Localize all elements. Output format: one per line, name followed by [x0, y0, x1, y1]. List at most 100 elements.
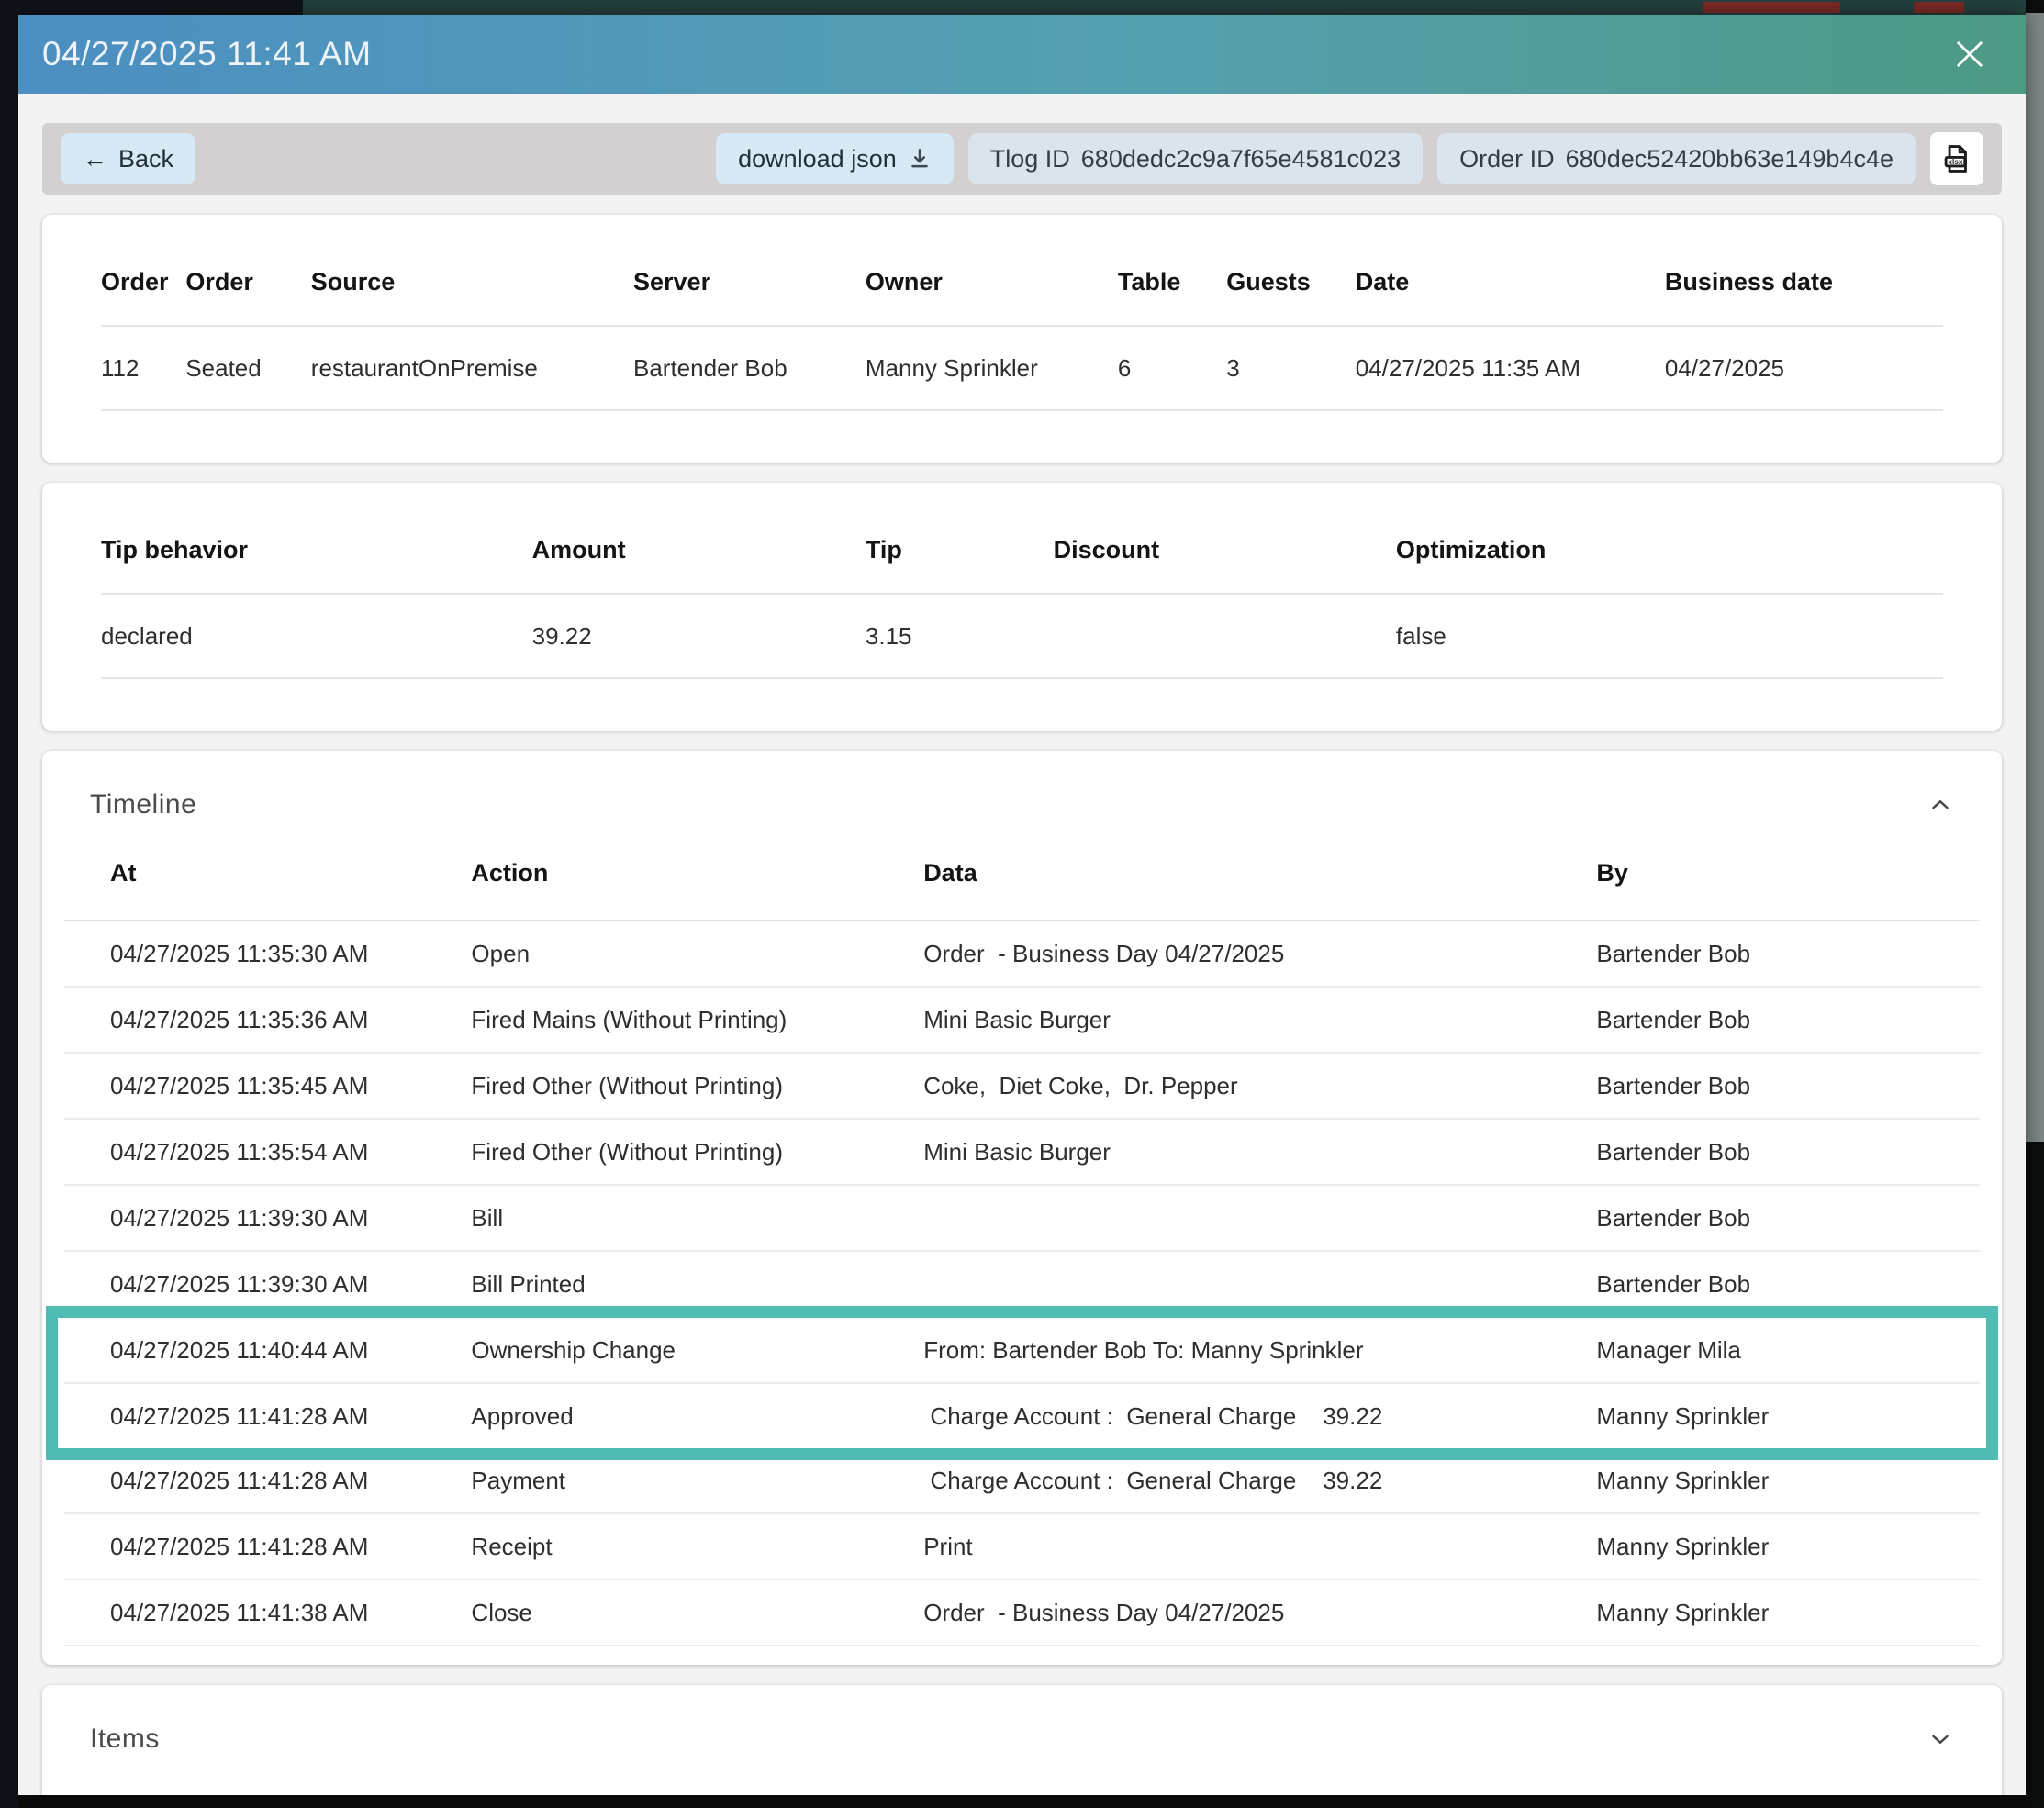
cell: Bartender Bob	[1596, 1270, 1934, 1299]
cell: false	[1396, 622, 1943, 651]
timeline-highlight-box: 04/27/2025 11:40:44 AMOwnership ChangeFr…	[46, 1306, 1998, 1460]
cell: Receipt	[471, 1533, 923, 1561]
back-button[interactable]: ←Back	[61, 133, 195, 184]
tlog-id-chip[interactable]: Tlog ID 680dedc2c9a7f65e4581c023	[968, 133, 1423, 184]
modal-header: 04/27/2025 11:41 AM	[18, 15, 2026, 94]
cell: Seated	[185, 354, 310, 383]
collapse-timeline-button[interactable]	[1927, 791, 1954, 819]
timeline-rows: 04/27/2025 11:35:30 AMOpenOrder - Busine…	[64, 921, 1980, 1646]
cell: Approved	[471, 1402, 923, 1431]
background-badge	[1703, 2, 1840, 13]
cell: 04/27/2025 11:35:30 AM	[110, 940, 471, 968]
screen: 04/27/2025 11:41 AM ←Back download json	[0, 0, 2044, 1808]
cell: Bill Printed	[471, 1270, 923, 1299]
column-header: Discount	[1054, 536, 1396, 564]
order-id-value: 680dec52420bb63e149b4c4e	[1566, 145, 1893, 173]
cell: Bartender Bob	[1596, 1138, 1934, 1166]
download-json-button[interactable]: download json	[716, 133, 954, 184]
cell: Fired Mains (Without Printing)	[471, 1006, 923, 1034]
timeline-row: 04/27/2025 11:40:44 AMOwnership ChangeFr…	[64, 1318, 1980, 1384]
cell: Bartender Bob	[1596, 940, 1934, 968]
order-id-label: Order ID	[1459, 145, 1555, 173]
cell: Manny Sprinkler	[1596, 1533, 1934, 1561]
column-header: By	[1596, 859, 1934, 887]
column-header: Tip behavior	[101, 536, 532, 564]
cell: 04/27/2025 11:39:30 AM	[110, 1204, 471, 1233]
scrollbar-thumb[interactable]	[2026, 13, 2044, 1142]
cell: declared	[101, 622, 532, 651]
tlog-id-label: Tlog ID	[990, 145, 1070, 173]
cell: 04/27/2025 11:41:28 AM	[110, 1402, 471, 1431]
timeline-row: 04/27/2025 11:35:45 AMFired Other (Witho…	[64, 1054, 1980, 1120]
modal-title: 04/27/2025 11:41 AM	[42, 35, 372, 73]
items-section-header[interactable]: Items	[64, 1685, 1980, 1793]
cell: 112	[101, 354, 185, 383]
cell: Fired Other (Without Printing)	[471, 1138, 923, 1166]
timeline-section-header[interactable]: Timeline	[64, 751, 1980, 859]
column-header: Order	[101, 268, 185, 296]
cell: 04/27/2025 11:41:38 AM	[110, 1599, 471, 1627]
timeline-row: 04/27/2025 11:35:54 AMFired Other (Witho…	[64, 1120, 1980, 1186]
close-icon	[1950, 35, 1989, 73]
cell: Fired Other (Without Printing)	[471, 1072, 923, 1100]
order-summary-header-row: OrderOrderSourceServerOwnerTableGuestsDa…	[101, 268, 1943, 327]
column-header: Server	[633, 268, 866, 296]
column-header: Date	[1356, 268, 1665, 296]
cell: Order - Business Day 04/27/2025	[923, 940, 1596, 968]
tlog-id-value: 680dedc2c9a7f65e4581c023	[1081, 145, 1401, 173]
column-header: At	[110, 859, 471, 887]
cell: Bartender Bob	[633, 354, 866, 383]
cell: Ownership Change	[471, 1336, 923, 1365]
cell: Order - Business Day 04/27/2025	[923, 1599, 1596, 1627]
order-id-chip[interactable]: Order ID 680dec52420bb63e149b4c4e	[1437, 133, 1916, 184]
cell: Mini Basic Burger	[923, 1006, 1596, 1034]
cell: Mini Basic Burger	[923, 1138, 1596, 1166]
cell: Payment	[471, 1467, 923, 1495]
cell: From: Bartender Bob To: Manny Sprinkler	[923, 1336, 1596, 1365]
timeline-row: 04/27/2025 11:41:28 AMApproved Charge Ac…	[64, 1384, 1980, 1448]
column-header: Owner	[866, 268, 1118, 296]
back-label: Back	[118, 145, 173, 173]
cell: Coke, Diet Coke, Dr. Pepper	[923, 1072, 1596, 1100]
column-header: Optimization	[1396, 536, 1943, 564]
timeline-row: 04/27/2025 11:39:30 AMBillBartender Bob	[64, 1186, 1980, 1252]
export-xlsx-button[interactable]: xlsx	[1930, 132, 1983, 185]
column-header: Business date	[1665, 268, 1943, 296]
cell: 04/27/2025 11:35:36 AM	[110, 1006, 471, 1034]
column-header: Order	[185, 268, 310, 296]
cell: 04/27/2025 11:35:54 AM	[110, 1138, 471, 1166]
cell: 04/27/2025 11:35 AM	[1356, 354, 1665, 383]
background-scrollbar[interactable]	[2026, 0, 2044, 1808]
cell: 04/27/2025	[1665, 354, 1943, 383]
svg-text:xlsx: xlsx	[1948, 158, 1962, 166]
expand-items-button[interactable]	[1927, 1725, 1954, 1753]
cell: Bartender Bob	[1596, 1006, 1934, 1034]
background-page-strip	[303, 0, 2026, 15]
cell: Manny Sprinkler	[866, 354, 1118, 383]
cell: 04/27/2025 11:35:45 AM	[110, 1072, 471, 1100]
cell: Bartender Bob	[1596, 1204, 1934, 1233]
column-header: Table	[1118, 268, 1226, 296]
chevron-down-icon	[1927, 1725, 1954, 1753]
timeline-title: Timeline	[90, 789, 196, 820]
order-detail-modal: 04/27/2025 11:41 AM ←Back download json	[18, 15, 2026, 1797]
timeline-row: 04/27/2025 11:35:36 AMFired Mains (Witho…	[64, 988, 1980, 1054]
timeline-card: Timeline AtActionDataBy 04/27/2025 11:35…	[42, 751, 2002, 1665]
cell: Manny Sprinkler	[1596, 1402, 1934, 1431]
cell: 3	[1226, 354, 1355, 383]
close-button[interactable]	[1950, 35, 1989, 73]
timeline-row: 04/27/2025 11:35:30 AMOpenOrder - Busine…	[64, 921, 1980, 988]
cell: Charge Account : General Charge 39.22	[923, 1467, 1596, 1495]
column-header: Action	[471, 859, 923, 887]
xlsx-file-icon: xlsx	[1939, 141, 1974, 176]
cell: Bartender Bob	[1596, 1072, 1934, 1100]
timeline-header-row: AtActionDataBy	[64, 859, 1980, 921]
cell: Manny Sprinkler	[1596, 1599, 1934, 1627]
cell: 04/27/2025 11:39:30 AM	[110, 1270, 471, 1299]
cell: restaurantOnPremise	[311, 354, 633, 383]
cell: Manny Sprinkler	[1596, 1467, 1934, 1495]
modal-body: ←Back download json Tlog ID 680dedc2c9a7…	[18, 123, 2026, 1797]
column-header: Source	[311, 268, 633, 296]
column-header: Tip	[866, 536, 1054, 564]
cell: 04/27/2025 11:41:28 AM	[110, 1533, 471, 1561]
